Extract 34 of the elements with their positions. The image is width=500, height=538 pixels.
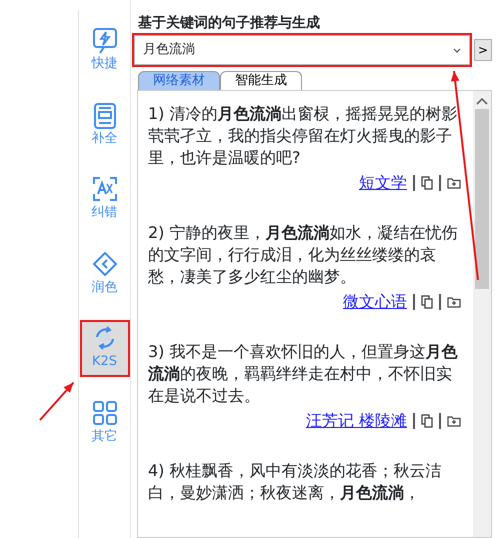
- add-folder-icon[interactable]: [447, 296, 461, 308]
- chevron-down-icon: [453, 48, 461, 52]
- sidebar-item[interactable]: K2S: [80, 320, 130, 376]
- sidebar-item[interactable]: 补全: [80, 96, 130, 153]
- scrollbar-thumb[interactable]: [475, 109, 489, 289]
- go-button[interactable]: >: [474, 39, 492, 61]
- tab[interactable]: 智能生成: [220, 71, 302, 90]
- copy-icon[interactable]: [421, 414, 433, 428]
- grid-icon: [92, 400, 118, 426]
- form-icon: [92, 102, 118, 128]
- annotation-arrow: [39, 382, 74, 421]
- result-sentence: 3) 我不是一个喜欢怀旧的人，但置身这月色流淌的夜晚，羁羁绊绊走在村中，不怀旧实在是说不过去。: [148, 341, 459, 407]
- scrollbar[interactable]: [473, 91, 491, 537]
- diamond-icon: [92, 250, 118, 278]
- tab[interactable]: 网络素材: [138, 71, 220, 90]
- result-sentence: 2) 宁静的夜里，月色流淌如水，凝结在忧伤的文字间，行行成泪，化为丝丝缕缕的哀愁，凄美了多少红尘的幽梦。: [148, 222, 459, 288]
- sidebar-item[interactable]: 快捷: [80, 22, 130, 78]
- copy-icon[interactable]: [421, 176, 433, 190]
- source-link[interactable]: 微文心语: [343, 290, 407, 314]
- sidebar-item[interactable]: 润色: [80, 246, 130, 302]
- copy-icon[interactable]: [421, 295, 433, 309]
- result-sentence: 4) 秋桂飘香，风中有淡淡的花香；秋云洁白，曼妙潇洒；秋夜迷离，月色流淌，: [148, 460, 443, 504]
- bolt-icon: [92, 27, 118, 54]
- sidebar-item[interactable]: 其它: [80, 394, 130, 451]
- panel-title: 基于关键词的句子推荐与生成: [138, 14, 321, 32]
- scroll-up-icon[interactable]: [476, 97, 488, 105]
- add-folder-icon[interactable]: [447, 415, 461, 427]
- source-link[interactable]: 短文学: [359, 171, 407, 195]
- source-link[interactable]: 汪芳记 楼陵滩: [306, 409, 407, 433]
- result-sentence: 1) 清冷的月色流淌出窗棂，摇摇晃晃的树影茕茕孑立，我的指尖停留在灯火摇曳的影子里，也许是温暖的吧?: [148, 103, 459, 169]
- text-scan-icon: [92, 176, 118, 203]
- sidebar-item[interactable]: 纠错: [80, 171, 130, 228]
- add-folder-icon[interactable]: [447, 177, 461, 189]
- keyword-dropdown[interactable]: 月色流淌: [134, 35, 470, 65]
